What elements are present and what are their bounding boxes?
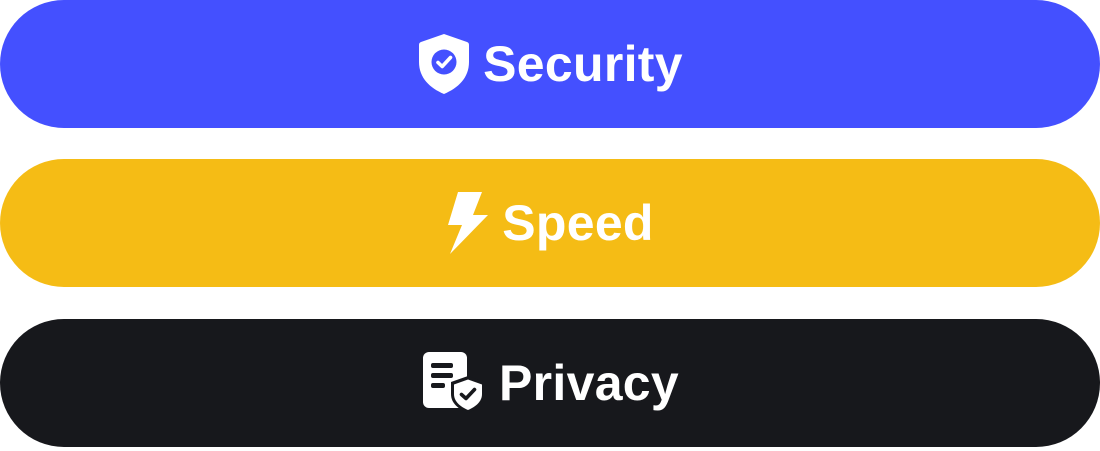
security-button[interactable]: Security [0,0,1100,128]
document-shield-icon [421,350,487,416]
speed-button-label: Speed [502,195,654,251]
speed-button[interactable]: Speed [0,159,1100,287]
privacy-button-label: Privacy [498,355,680,411]
lightning-bolt-icon [446,190,490,256]
security-button-label: Security [483,36,683,92]
privacy-button[interactable]: Privacy [0,319,1100,447]
shield-check-icon [417,32,471,96]
